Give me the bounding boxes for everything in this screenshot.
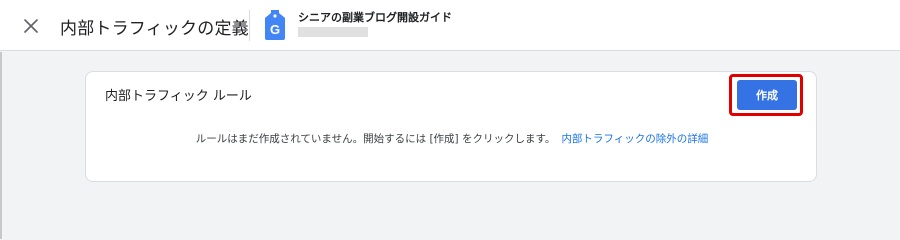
empty-state-message: ルールはまだ作成されていません。開始するには [作成] をクリックします。	[195, 133, 556, 145]
close-icon	[24, 19, 38, 33]
empty-state: ルールはまだ作成されていません。開始するには [作成] をクリックします。 内部ト…	[86, 131, 818, 146]
card-title: 内部トラフィック ルール	[105, 89, 252, 104]
internal-traffic-rules-card: 内部トラフィック ルール 作成 ルールはまだ作成されていません。開始するには […	[85, 71, 817, 182]
left-edge-border	[0, 52, 2, 239]
create-button[interactable]: 作成	[737, 80, 797, 110]
google-tag-letter: G	[270, 22, 280, 37]
header-divider	[249, 10, 250, 41]
page-title: 内部トラフィックの定義	[60, 19, 249, 39]
header-bar: 内部トラフィックの定義 G シニアの副業ブログ開設ガイド	[0, 0, 900, 51]
close-button[interactable]	[18, 13, 44, 39]
google-tag-icon: G	[265, 10, 285, 40]
learn-more-link[interactable]: 内部トラフィックの除外の詳細	[561, 133, 708, 145]
property-id-redacted	[298, 27, 368, 37]
property-name: シニアの副業ブログ開設ガイド	[298, 11, 452, 24]
